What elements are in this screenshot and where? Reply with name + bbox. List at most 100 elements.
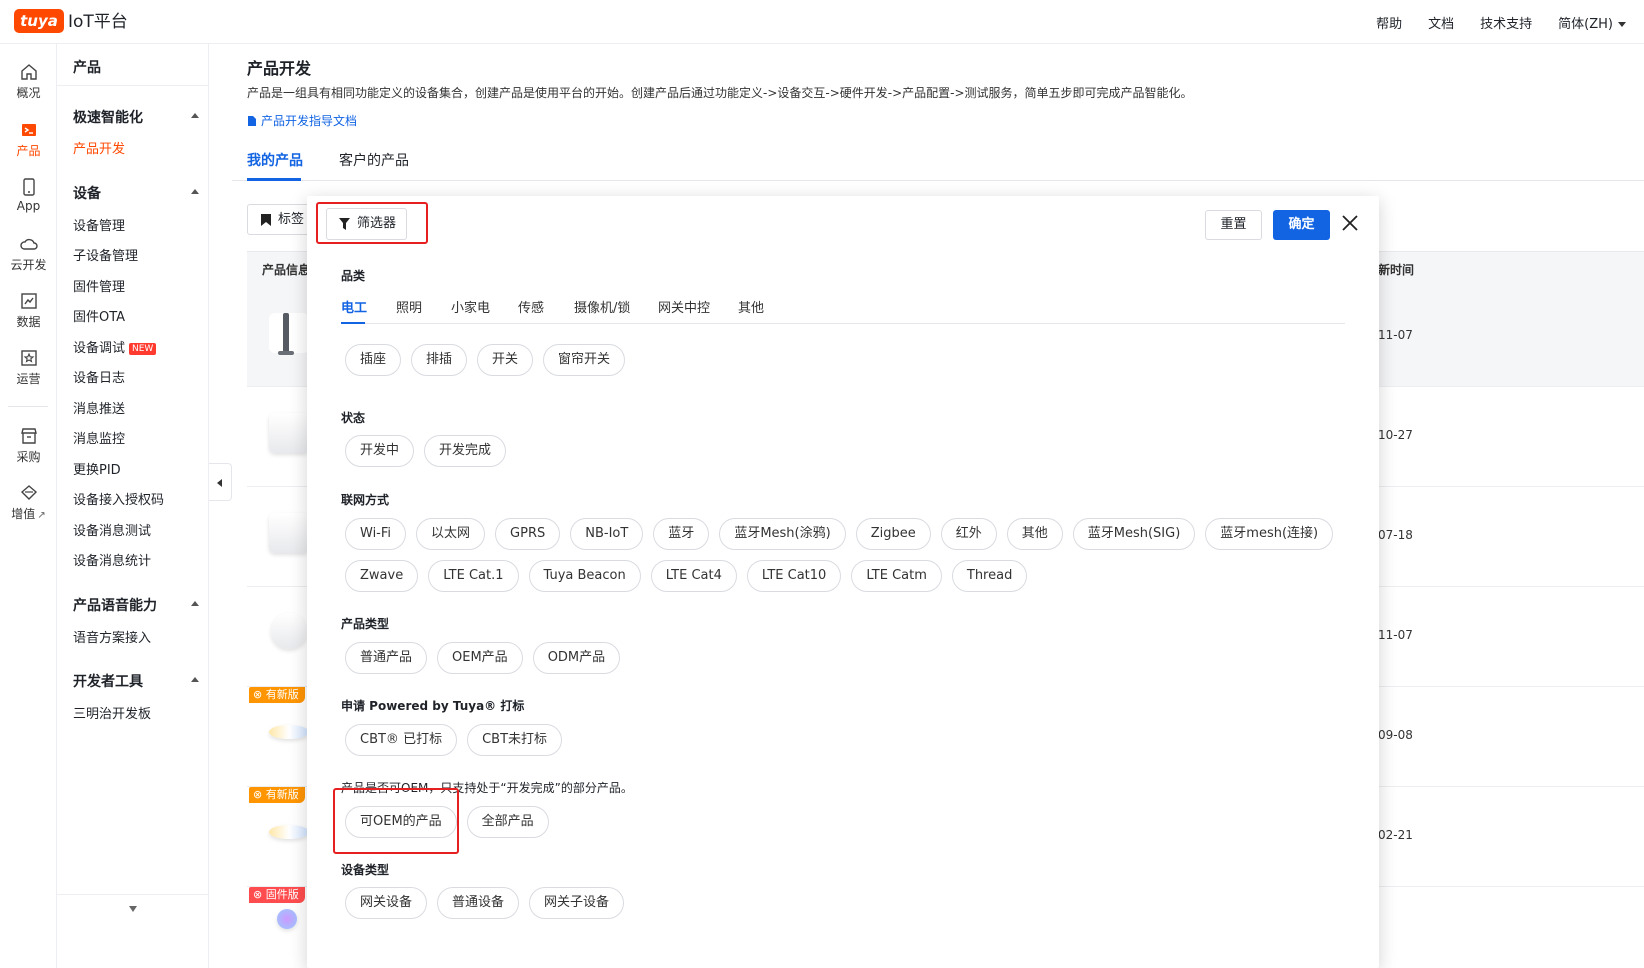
chip-ethernet[interactable]: 以太网 xyxy=(416,518,486,550)
chip-in-development[interactable]: 开发中 xyxy=(345,435,415,467)
confirm-button[interactable]: 确定 xyxy=(1273,210,1330,240)
chip-gateway-device[interactable]: 网关设备 xyxy=(345,887,428,919)
sidebar-item-product-dev[interactable]: 产品开发 xyxy=(73,138,125,157)
chip-zigbee[interactable]: Zigbee xyxy=(855,518,931,550)
filter-panel: 筛选器 重置 确定 品类 电工 照明 小家电 传感 摄像机/锁 网关中控 其他 … xyxy=(307,196,1379,968)
rail-item-product[interactable]: 产品 xyxy=(0,116,57,166)
sidebar-item-sandwich-board[interactable]: 三明治开发板 xyxy=(73,703,151,722)
rail-item-data[interactable]: 数据 xyxy=(0,287,57,337)
tab-camera-lock[interactable]: 摄像机/锁 xyxy=(574,297,630,316)
tab-lighting[interactable]: 照明 xyxy=(396,297,422,316)
chip-nb-iot[interactable]: NB-IoT xyxy=(570,518,644,550)
external-link-icon: ↗ xyxy=(37,510,46,521)
chip-gprs[interactable]: GPRS xyxy=(495,518,561,550)
chip-thread[interactable]: Thread xyxy=(951,560,1028,592)
rail-item-value-added[interactable]: 增值 ↗ xyxy=(0,479,57,529)
sidebar-group-quick-smart[interactable]: 极速智能化 xyxy=(73,107,199,127)
product-thumbnail xyxy=(269,413,309,453)
collapse-sidebar-button[interactable] xyxy=(209,463,232,501)
page-description: 产品是一组具有相同功能定义的设备集合，创建产品是使用平台的开始。创建产品后通过功… xyxy=(247,86,1193,100)
group-label: 极速智能化 xyxy=(73,110,143,126)
tab-sensor[interactable]: 传感 xyxy=(518,297,544,316)
guide-doc-link[interactable]: 产品开发指导文档 xyxy=(247,112,357,129)
sidebar-item-subdevice-mgmt[interactable]: 子设备管理 xyxy=(73,245,138,264)
star-icon xyxy=(20,350,37,366)
chip-development-complete[interactable]: 开发完成 xyxy=(424,435,507,467)
sidebar-item-firmware-mgmt[interactable]: 固件管理 xyxy=(73,276,125,295)
tag-button[interactable]: 标签 xyxy=(247,204,311,235)
chip-bluetooth[interactable]: 蓝牙 xyxy=(653,518,710,550)
rail-label: 数据 xyxy=(16,315,41,329)
chip-gateway-subdevice[interactable]: 网关子设备 xyxy=(529,887,625,919)
sidebar-group-voice[interactable]: 产品语音能力 xyxy=(73,595,199,615)
tab-small-appliance[interactable]: 小家电 xyxy=(451,297,490,316)
chip-lte-cat4[interactable]: LTE Cat4 xyxy=(650,560,737,592)
sidebar-item-auth-code[interactable]: 设备接入授权码 xyxy=(73,489,164,508)
chip-lte-catm[interactable]: LTE Catm xyxy=(851,560,942,592)
chip-cbt-unmarked[interactable]: CBT未打标 xyxy=(467,724,563,756)
tab-gateway[interactable]: 网关中控 xyxy=(658,297,710,316)
sidebar-item-device-mgmt[interactable]: 设备管理 xyxy=(73,215,125,234)
sidebar-item-device-debug[interactable]: 设备调试 NEW xyxy=(73,337,157,356)
chip-socket[interactable]: 插座 xyxy=(345,344,402,376)
group-label: 设备 xyxy=(73,186,101,202)
docs-link[interactable]: 文档 xyxy=(1428,13,1454,32)
chip-normal-device[interactable]: 普通设备 xyxy=(437,887,520,919)
support-link[interactable]: 技术支持 xyxy=(1480,13,1532,32)
chip-power-strip[interactable]: 排插 xyxy=(411,344,468,376)
sidebar-item-message-test[interactable]: 设备消息测试 xyxy=(73,520,151,539)
home-icon xyxy=(20,64,37,80)
status-chips: 开发中 开发完成 xyxy=(345,435,507,467)
sidebar-group-dev-tools[interactable]: 开发者工具 xyxy=(73,671,199,691)
language-select[interactable]: 简体(ZH) xyxy=(1558,13,1626,32)
chip-curtain-switch[interactable]: 窗帘开关 xyxy=(543,344,626,376)
sidebar-item-device-log[interactable]: 设备日志 xyxy=(73,367,125,386)
chevron-up-icon xyxy=(191,113,199,118)
tab-electrical[interactable]: 电工 xyxy=(341,297,367,316)
chip-wifi[interactable]: Wi-Fi xyxy=(345,518,407,550)
rail-item-operation[interactable]: 运营 xyxy=(0,344,57,394)
chip-all-products[interactable]: 全部产品 xyxy=(466,806,549,838)
chevron-up-icon xyxy=(191,601,199,606)
chip-lte-cat1[interactable]: LTE Cat.1 xyxy=(428,560,519,592)
close-icon[interactable] xyxy=(1341,214,1359,232)
rail-item-purchase[interactable]: 采购 xyxy=(0,422,57,472)
chip-tuya-beacon[interactable]: Tuya Beacon xyxy=(528,560,641,592)
chip-cbt-marked[interactable]: CBT® 已打标 xyxy=(345,724,458,756)
chip-infrared[interactable]: 红外 xyxy=(940,518,997,550)
chip-odm-product[interactable]: ODM产品 xyxy=(532,642,621,674)
rail-item-app[interactable]: App xyxy=(0,173,57,223)
sidebar-item-message-stats[interactable]: 设备消息统计 xyxy=(73,550,151,569)
tab-customer-products[interactable]: 客户的产品 xyxy=(339,150,409,170)
tab-my-products[interactable]: 我的产品 xyxy=(247,150,303,170)
chip-normal-product[interactable]: 普通产品 xyxy=(345,642,428,674)
sidebar-item-change-pid[interactable]: 更换PID xyxy=(73,459,121,478)
sidebar-item-firmware-ota[interactable]: 固件OTA xyxy=(73,306,125,325)
chip-ble-mesh-sig[interactable]: 蓝牙Mesh(SIG) xyxy=(1072,518,1196,550)
tuya-logo[interactable]: tuya xyxy=(14,9,64,33)
chip-oem-product[interactable]: OEM产品 xyxy=(437,642,523,674)
product-thumbnail xyxy=(269,313,309,355)
chip-lte-cat10[interactable]: LTE Cat10 xyxy=(746,560,842,592)
chip-zwave[interactable]: Zwave xyxy=(345,560,419,592)
chip-network-other[interactable]: 其他 xyxy=(1006,518,1063,550)
chip-oem-capable[interactable]: 可OEM的产品 xyxy=(345,806,457,838)
help-link[interactable]: 帮助 xyxy=(1376,13,1402,32)
sidebar-group-device[interactable]: 设备 xyxy=(73,183,199,203)
sidebar-item-message-push[interactable]: 消息推送 xyxy=(73,398,125,417)
chip-ble-mesh-connect[interactable]: 蓝牙mesh(连接) xyxy=(1205,518,1334,550)
chip-ble-mesh-tuya[interactable]: 蓝牙Mesh(涂鸦) xyxy=(719,518,846,550)
sidebar-item-message-monitor[interactable]: 消息监控 xyxy=(73,428,125,447)
rail-item-overview[interactable]: 概况 xyxy=(0,58,57,108)
sidebar-item-voice-solution[interactable]: 语音方案接入 xyxy=(73,627,151,646)
filter-button[interactable]: 筛选器 xyxy=(326,208,407,240)
rail-item-cloud[interactable]: 云开发 xyxy=(0,230,57,280)
chevron-down-icon[interactable] xyxy=(129,906,137,912)
badge-text: 有新版 xyxy=(265,688,299,701)
product-thumbnail xyxy=(271,613,307,649)
tab-other[interactable]: 其他 xyxy=(738,297,764,316)
badge-text: 有新版 xyxy=(265,788,299,801)
reset-button[interactable]: 重置 xyxy=(1205,210,1262,240)
chip-switch[interactable]: 开关 xyxy=(477,344,534,376)
rail-label: App xyxy=(16,199,41,213)
